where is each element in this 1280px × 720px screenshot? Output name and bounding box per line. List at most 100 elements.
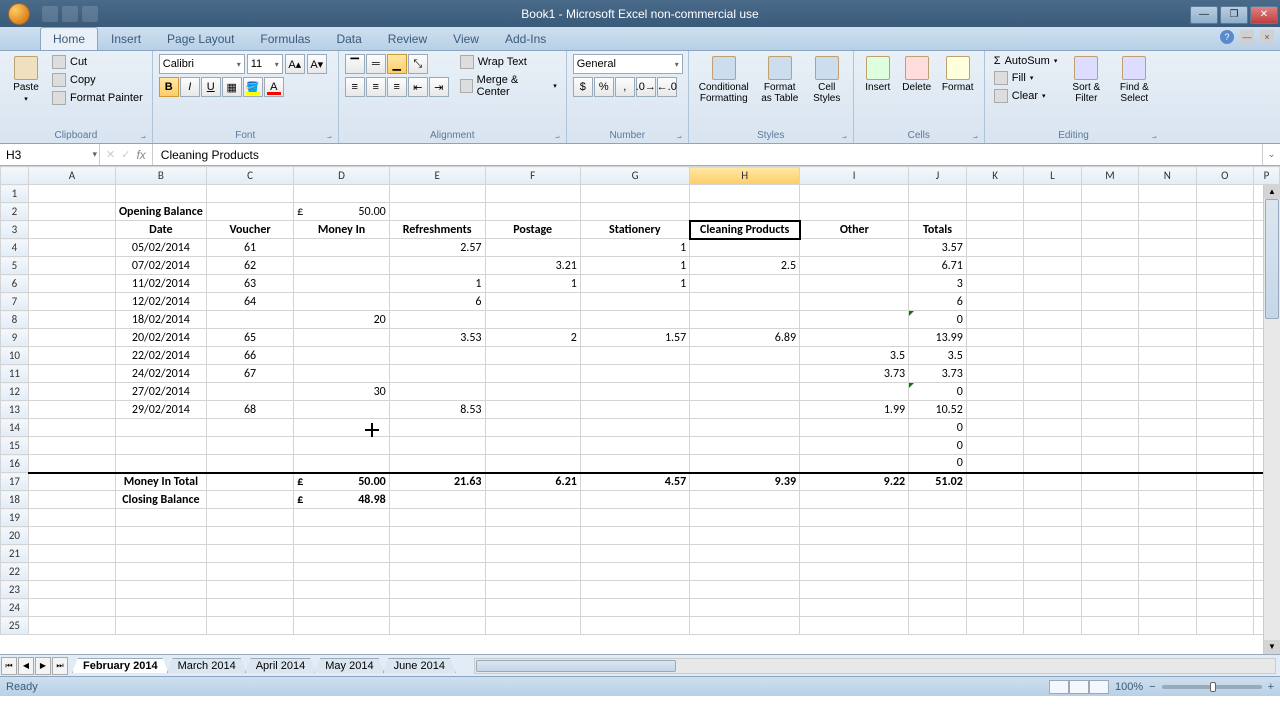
format-cells-button[interactable]: Format: [938, 54, 978, 95]
qat-undo-icon[interactable]: [62, 6, 78, 22]
first-sheet-button[interactable]: ⏮: [1, 657, 17, 675]
cell[interactable]: [1081, 257, 1138, 275]
cell[interactable]: £50.00: [294, 473, 389, 491]
row-header[interactable]: 5: [1, 257, 29, 275]
cell[interactable]: 0: [909, 383, 967, 401]
page-break-view-button[interactable]: [1089, 680, 1109, 694]
cell[interactable]: Voucher: [206, 221, 294, 239]
cell[interactable]: 3: [909, 275, 967, 293]
copy-button[interactable]: Copy: [49, 72, 146, 88]
bold-button[interactable]: B: [159, 77, 179, 97]
cell[interactable]: [1196, 203, 1253, 221]
tab-add-ins[interactable]: Add-Ins: [492, 27, 559, 50]
cell[interactable]: [966, 545, 1023, 563]
cell[interactable]: [28, 473, 115, 491]
cell[interactable]: [909, 185, 967, 203]
cell[interactable]: [1139, 347, 1196, 365]
cell[interactable]: [115, 509, 206, 527]
cell[interactable]: [28, 599, 115, 617]
cell[interactable]: 05/02/2014: [115, 239, 206, 257]
cell[interactable]: [1081, 419, 1138, 437]
cell[interactable]: 66: [206, 347, 294, 365]
cell[interactable]: [115, 599, 206, 617]
cell[interactable]: [1024, 203, 1081, 221]
cell[interactable]: [690, 491, 800, 509]
row-header[interactable]: 21: [1, 545, 29, 563]
cell[interactable]: [1024, 491, 1081, 509]
cell[interactable]: [206, 617, 294, 635]
col-header[interactable]: C: [206, 167, 294, 185]
cell[interactable]: [966, 365, 1023, 383]
cell[interactable]: Date: [115, 221, 206, 239]
cell[interactable]: [1024, 347, 1081, 365]
cell[interactable]: [1196, 239, 1253, 257]
tab-formulas[interactable]: Formulas: [247, 27, 323, 50]
sheet-tab[interactable]: May 2014: [314, 658, 384, 673]
align-bottom-button[interactable]: ▁: [387, 54, 407, 74]
clear-button[interactable]: Clear▾: [991, 88, 1061, 104]
cell[interactable]: 2: [485, 329, 580, 347]
grow-font-button[interactable]: A▴: [285, 54, 305, 74]
minimize-button[interactable]: —: [1190, 6, 1218, 24]
cell[interactable]: 30: [294, 383, 389, 401]
cell[interactable]: [1024, 239, 1081, 257]
cell[interactable]: [28, 293, 115, 311]
cell[interactable]: [909, 509, 967, 527]
sheet-tab[interactable]: June 2014: [383, 658, 456, 673]
cell[interactable]: [800, 383, 909, 401]
cell[interactable]: [1024, 311, 1081, 329]
col-header[interactable]: D: [294, 167, 389, 185]
cell[interactable]: [1139, 581, 1196, 599]
cell[interactable]: [115, 581, 206, 599]
cell[interactable]: [1081, 581, 1138, 599]
row-header[interactable]: 14: [1, 419, 29, 437]
cell[interactable]: [690, 383, 800, 401]
cell[interactable]: [485, 401, 580, 419]
cell[interactable]: [580, 581, 689, 599]
cell[interactable]: [1196, 473, 1253, 491]
cell[interactable]: [1196, 365, 1253, 383]
cell[interactable]: [294, 419, 389, 437]
cell[interactable]: [909, 563, 967, 581]
row-header[interactable]: 1: [1, 185, 29, 203]
cell[interactable]: [294, 599, 389, 617]
cell[interactable]: [1081, 311, 1138, 329]
cell[interactable]: [294, 293, 389, 311]
cell[interactable]: [1196, 329, 1253, 347]
fill-button[interactable]: Fill▾: [991, 70, 1061, 86]
cell[interactable]: [28, 617, 115, 635]
cell[interactable]: [485, 365, 580, 383]
col-header[interactable]: F: [485, 167, 580, 185]
cell[interactable]: [294, 401, 389, 419]
cell[interactable]: [800, 563, 909, 581]
cell[interactable]: [485, 563, 580, 581]
cell[interactable]: [206, 599, 294, 617]
cell[interactable]: [1081, 617, 1138, 635]
cell[interactable]: [966, 419, 1023, 437]
cell[interactable]: [580, 185, 689, 203]
tab-review[interactable]: Review: [375, 27, 440, 50]
border-button[interactable]: ▦: [222, 77, 242, 97]
cell[interactable]: 20: [294, 311, 389, 329]
cell[interactable]: [389, 383, 485, 401]
increase-decimal-button[interactable]: .0→: [636, 77, 656, 97]
cell[interactable]: [28, 203, 115, 221]
cell[interactable]: £50.00: [294, 203, 389, 221]
cell[interactable]: [28, 329, 115, 347]
font-name-combo[interactable]: Calibri▾: [159, 54, 245, 74]
row-header[interactable]: 8: [1, 311, 29, 329]
cell[interactable]: [206, 563, 294, 581]
cell[interactable]: [580, 401, 689, 419]
cell[interactable]: [1139, 365, 1196, 383]
cell[interactable]: [1196, 347, 1253, 365]
cell[interactable]: [1081, 293, 1138, 311]
cell[interactable]: [966, 185, 1023, 203]
cell[interactable]: Closing Balance: [115, 491, 206, 509]
cell[interactable]: [966, 329, 1023, 347]
cell[interactable]: 22/02/2014: [115, 347, 206, 365]
cell[interactable]: [28, 347, 115, 365]
row-header[interactable]: 13: [1, 401, 29, 419]
cell[interactable]: [1196, 545, 1253, 563]
cell[interactable]: [580, 527, 689, 545]
cell[interactable]: [485, 311, 580, 329]
